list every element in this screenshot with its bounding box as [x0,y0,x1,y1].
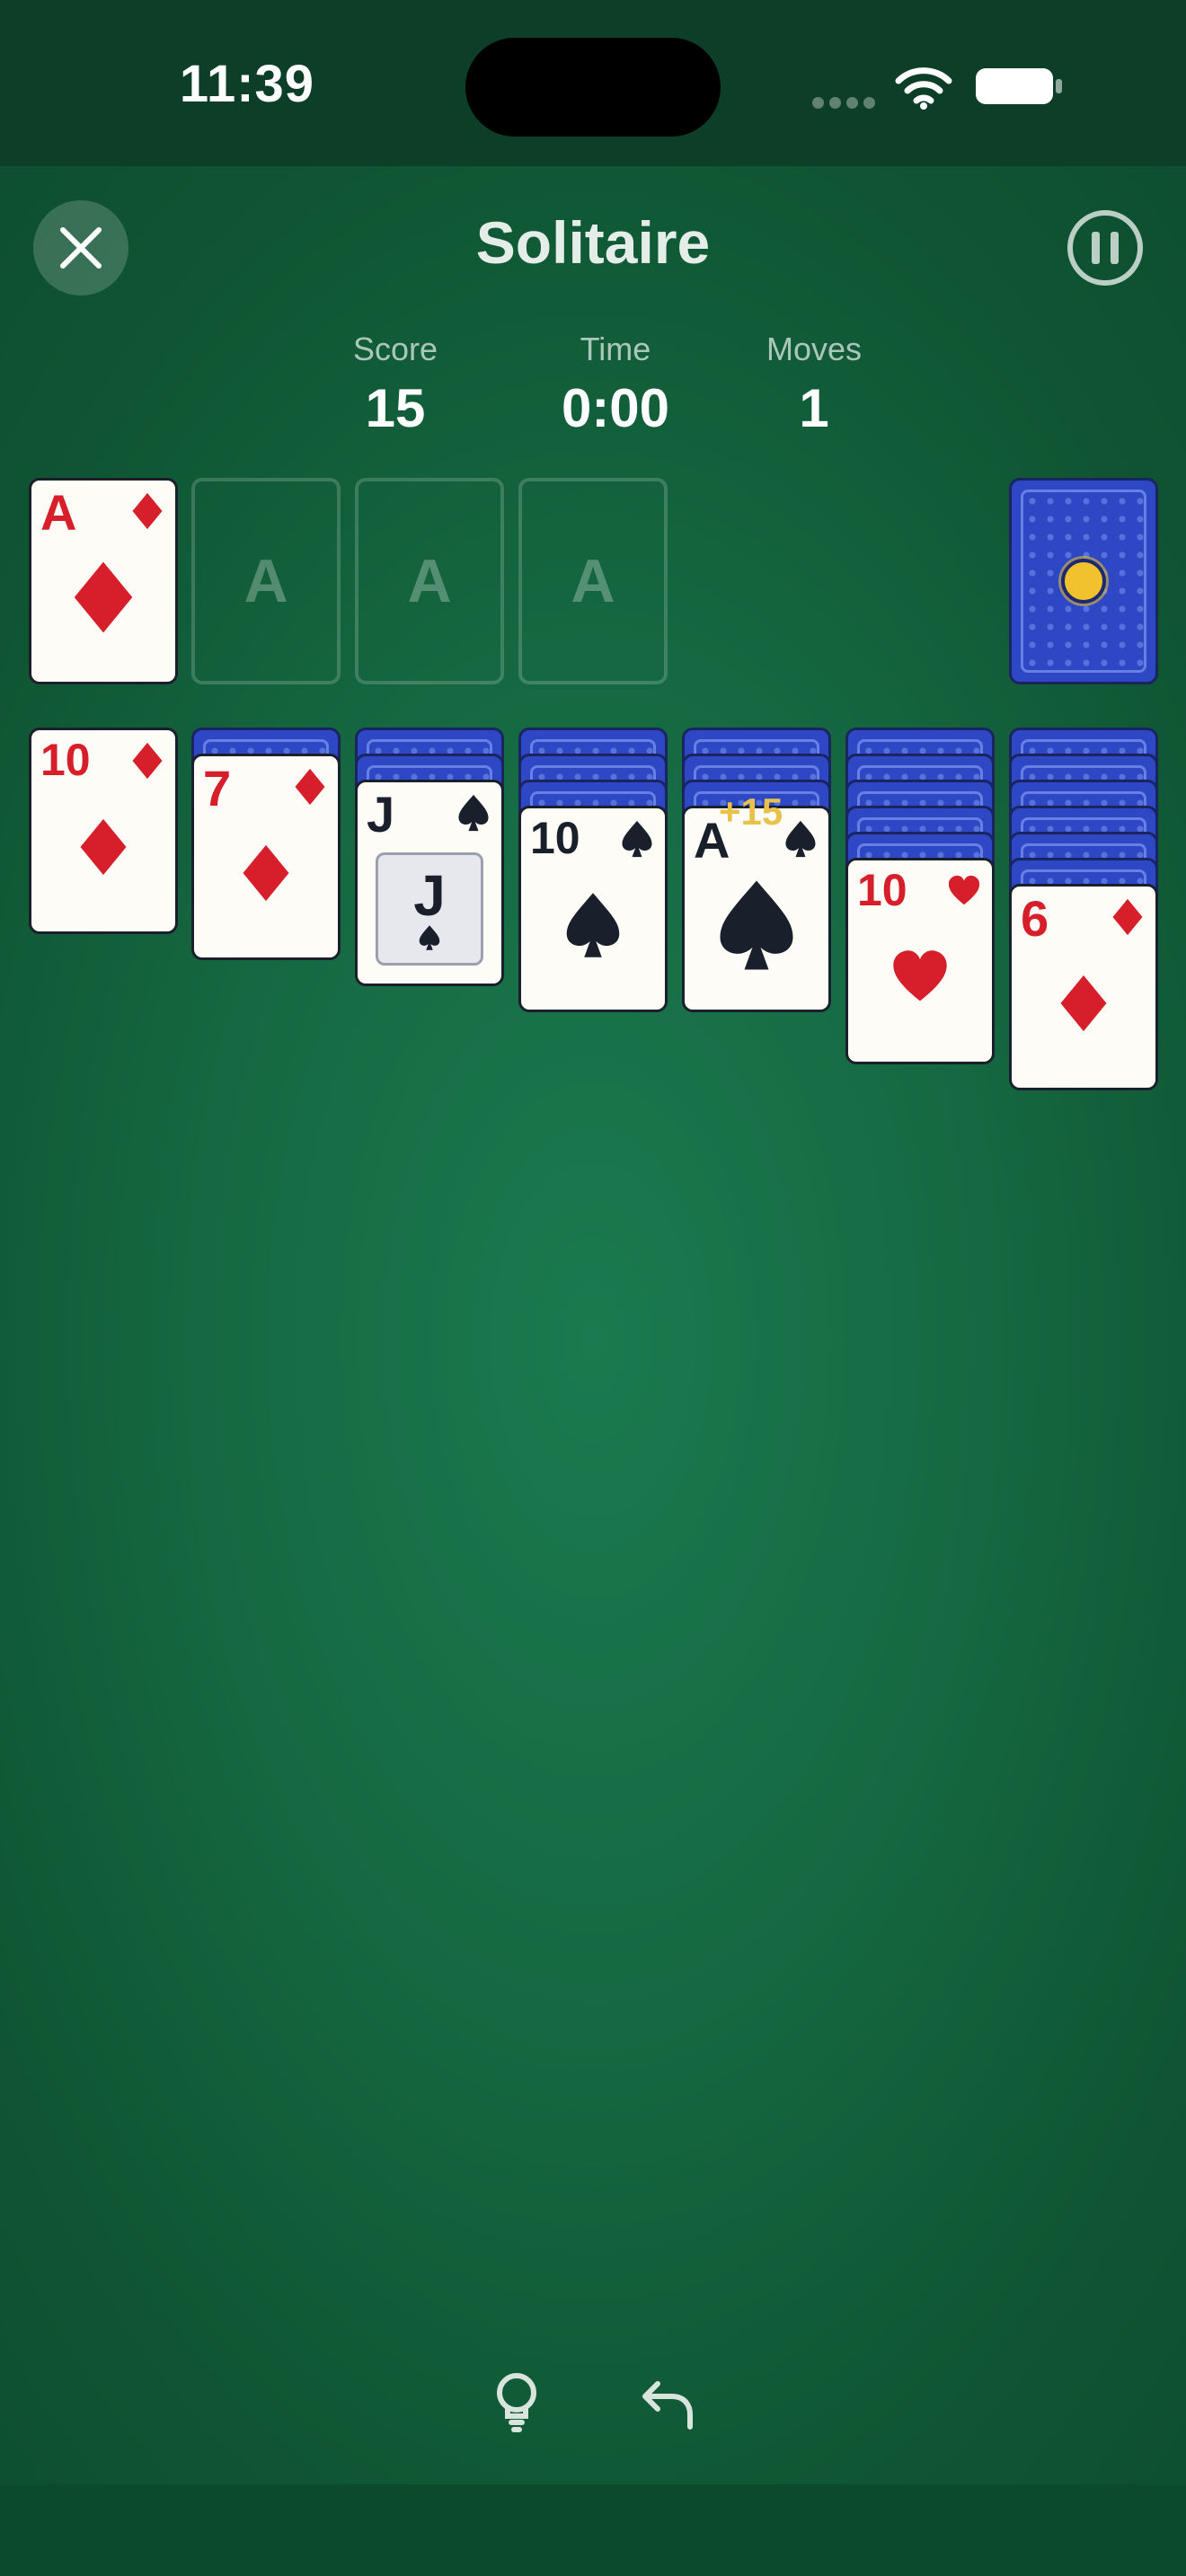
time-label: Time [580,331,651,367]
time-stat: Time 0:00 [539,331,692,439]
pause-icon [1092,232,1100,264]
spade-icon [566,893,620,957]
spade-icon [720,880,793,970]
moves-label: Moves [766,331,863,367]
spade-icon [622,820,652,858]
time-value: 0:00 [561,378,670,438]
spade-icon [785,820,816,858]
foundation-ace-of-diamonds[interactable]: A [29,478,178,684]
tableau-card-10-hearts[interactable]: 10 [845,858,995,1064]
card-rank: 10 [40,735,91,785]
page-title: Solitaire [475,209,711,276]
cellular-signal-icon [812,97,877,110]
coin-emblem-icon [1061,559,1106,604]
card-rank: 6 [1021,890,1049,947]
diamond-icon [1112,898,1143,936]
diamond-icon [243,844,289,902]
status-time: 11:39 [179,55,315,113]
foundation-empty-slot[interactable]: A [191,478,341,684]
foundation-empty-slot[interactable]: A [518,478,668,684]
bottom-bar [0,2484,1186,2576]
wifi-icon [895,67,952,110]
tableau-card-ace-spades[interactable]: A [682,806,831,1012]
status-bar: 11:39 [0,0,1186,166]
diamond-icon [295,768,325,806]
close-icon [60,227,102,269]
card-rank: 10 [857,865,907,915]
battery-icon [976,68,1062,104]
close-button[interactable] [33,200,128,296]
diamond-icon [132,492,163,530]
undo-icon[interactable] [640,2377,697,2430]
card-rank: A [40,484,77,541]
diamond-icon [80,818,127,876]
moves-stat: Moves 1 [742,331,886,439]
heart-icon [948,875,980,905]
score-popup: +15 [719,790,783,833]
foundation-empty-slot[interactable]: A [355,478,504,684]
spade-icon [419,925,440,950]
score-value: 15 [365,378,426,438]
pause-button[interactable] [1067,210,1143,286]
dynamic-island [465,38,721,137]
card-rank: J [367,786,395,842]
lightbulb-icon[interactable] [490,2371,544,2434]
tableau-card-7-diamonds[interactable]: 7 [191,754,341,960]
jack-face-art: J [376,852,483,966]
diamond-icon [132,742,163,780]
score-stat: Score 15 [323,331,467,439]
moves-value: 1 [799,378,829,438]
tableau-card-jack-spades[interactable]: J J [355,780,504,986]
diamond-icon [74,561,133,633]
spade-icon [458,794,489,832]
diamond-icon [1060,975,1107,1032]
tableau-card-6-diamonds[interactable]: 6 [1009,884,1158,1090]
stock-pile[interactable] [1009,478,1158,684]
tableau-card-10-diamonds[interactable]: 10 [29,728,178,934]
card-rank: 10 [530,813,580,863]
score-label: Score [352,331,438,367]
heart-icon [893,950,947,1001]
tableau-card-10-spades[interactable]: 10 [518,806,668,1012]
jack-face-letter: J [413,863,446,928]
card-rank: 7 [203,760,232,816]
